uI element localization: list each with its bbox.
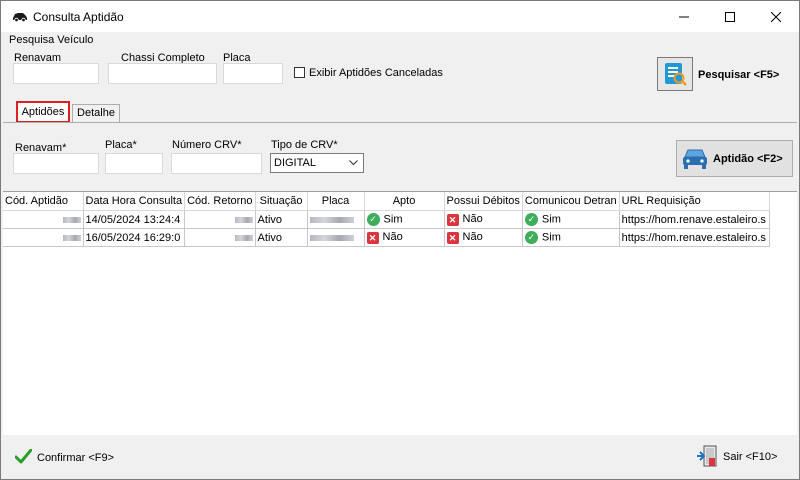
results-grid[interactable]: Cód. Aptidão Data Hora Consulta Cód. Ret… (3, 191, 797, 436)
col-header-situacao[interactable]: Situação (255, 192, 308, 211)
aptidao-button[interactable]: Aptidão <F2> (676, 140, 793, 177)
tab-divider (3, 122, 797, 123)
cell-apto: ✓ Sim (364, 210, 445, 229)
cell-placa (307, 228, 365, 247)
cell-possui-debitos: ✕ Não (444, 228, 523, 247)
col-header-placa[interactable]: Placa (307, 192, 365, 211)
cell-apto-text: Sim (383, 213, 403, 226)
tab-detalhe[interactable]: Detalhe (72, 104, 120, 123)
x-square-icon: ✕ (446, 213, 459, 226)
close-button[interactable] (753, 1, 799, 32)
cell-debitos-text: Não (462, 213, 483, 226)
cell-cod-retorno (184, 228, 256, 247)
cell-data-hora: 14/05/2024 13:24:4 (83, 210, 186, 229)
results-table: Cód. Aptidão Data Hora Consulta Cód. Ret… (3, 192, 770, 247)
cell-placa (307, 210, 365, 229)
table-row[interactable]: 14/05/2024 13:24:4 Ativo ✓ Sim ✕ Não ✓ Sim … (3, 210, 770, 229)
cell-data-hora: 16/05/2024 16:29:0 (83, 228, 186, 247)
show-canceled-checkbox[interactable] (294, 67, 305, 78)
grid-header-row: Cód. Aptidão Data Hora Consulta Cód. Ret… (3, 192, 770, 211)
crv-type-value: DIGITAL (274, 157, 316, 169)
cell-apto-text: Não (382, 231, 403, 244)
car-front-icon (683, 149, 707, 169)
car-icon (13, 13, 27, 22)
cell-cod-retorno (184, 210, 256, 229)
title-bar: Consulta Aptidão (1, 1, 799, 32)
col-header-url[interactable]: URL Requisição (619, 192, 770, 211)
col-header-cod-aptidao[interactable]: Cód. Aptidão (3, 192, 84, 211)
renavam-input[interactable] (13, 153, 99, 174)
cell-situacao: Ativo (255, 228, 308, 247)
checkmark-icon (15, 449, 32, 464)
cell-debitos-text: Não (462, 231, 483, 244)
cell-situacao: Ativo (255, 210, 308, 229)
window: Consulta Aptidão Pesquisa Veículo Renava… (0, 0, 800, 480)
minimize-button[interactable] (661, 1, 707, 32)
placa-label: Placa* (105, 139, 137, 151)
cell-comunicou-detran: ✓ Sim (522, 210, 620, 229)
crv-type-select[interactable]: DIGITAL (270, 153, 364, 173)
exit-button-label: Sair <F10> (723, 451, 778, 463)
window-title: Consulta Aptidão (33, 10, 124, 24)
chassi-input[interactable] (108, 63, 217, 84)
placa-input[interactable] (105, 153, 163, 174)
cell-cod-aptidao (3, 210, 84, 229)
cell-url: https://hom.renave.estaleiro.s (619, 210, 770, 229)
maximize-button[interactable] (707, 1, 753, 32)
cell-possui-debitos: ✕ Não (444, 210, 523, 229)
search-button-label[interactable]: Pesquisar <F5> (698, 69, 779, 81)
chevron-down-icon (349, 160, 358, 166)
footer-bar: Confirmar <F9> Sair <F10> (1, 435, 799, 479)
crv-type-label: Tipo de CRV* (271, 139, 338, 151)
cell-cod-aptidao (3, 228, 84, 247)
placa-search-input[interactable] (223, 63, 283, 84)
x-square-icon: ✕ (366, 231, 379, 244)
cell-apto: ✕ Não (364, 228, 445, 247)
confirm-button[interactable]: Confirmar <F9> (13, 447, 123, 467)
table-row[interactable]: 16/05/2024 16:29:0 Ativo ✕ Não ✕ Não ✓ Sim … (3, 228, 770, 247)
minimize-icon (679, 16, 689, 17)
col-header-cod-retorno[interactable]: Cód. Retorno (184, 192, 256, 211)
col-header-comunicou-detran[interactable]: Comunicou Detran (522, 192, 620, 211)
exit-button[interactable]: Sair <F10> (693, 443, 789, 469)
maximize-icon (725, 11, 735, 22)
crv-number-label: Número CRV* (172, 139, 242, 151)
tab-aptidoes[interactable]: Aptidões (16, 101, 70, 123)
search-button[interactable] (657, 57, 693, 91)
cell-comunicou-detran: ✓ Sim (522, 228, 620, 247)
col-header-possui-debitos[interactable]: Possui Débitos (444, 192, 523, 211)
renavam-search-input[interactable] (13, 63, 99, 84)
exit-door-icon (697, 445, 717, 467)
confirm-button-label: Confirmar <F9> (37, 452, 115, 464)
col-header-apto[interactable]: Apto (364, 192, 445, 211)
x-square-icon: ✕ (446, 231, 459, 244)
show-canceled-label: Exibir Aptidões Canceladas (309, 67, 443, 79)
check-circle-icon: ✓ (366, 213, 380, 226)
check-circle-icon: ✓ (524, 213, 538, 226)
cell-comunicou-text: Sim (541, 213, 561, 226)
search-icon (665, 63, 687, 86)
search-group-label: Pesquisa Veículo (9, 34, 94, 46)
crv-number-input[interactable] (171, 153, 262, 174)
cell-url: https://hom.renave.estaleiro.s (619, 228, 770, 247)
close-icon (771, 11, 781, 22)
check-circle-icon: ✓ (524, 231, 538, 244)
col-header-data-hora[interactable]: Data Hora Consulta (83, 192, 186, 211)
aptidao-button-label: Aptidão <F2> (713, 153, 783, 165)
cell-comunicou-text: Sim (541, 231, 561, 244)
